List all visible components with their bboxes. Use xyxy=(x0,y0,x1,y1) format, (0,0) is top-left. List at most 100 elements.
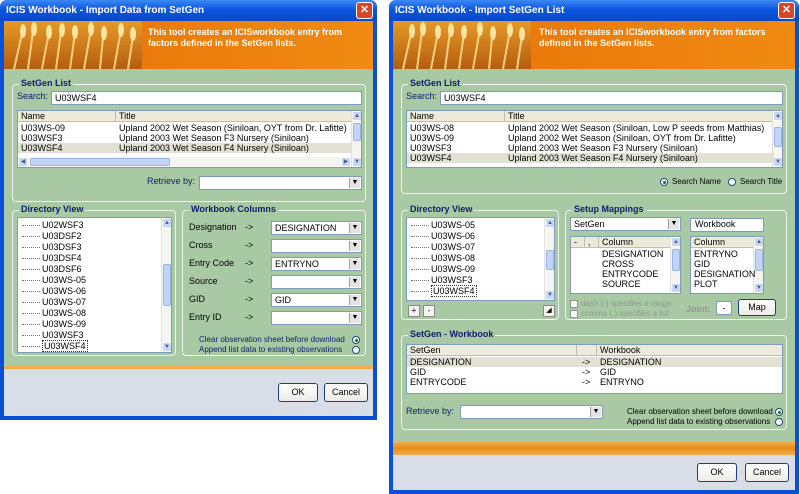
list-item[interactable]: ENTRYCODE xyxy=(571,269,672,279)
right-setgen-table[interactable]: Name Title ▲ ▼ U03WS-08 Upland 2002 Wet S… xyxy=(406,110,783,168)
workbook-column-combo[interactable]: ▼ xyxy=(271,275,362,289)
resize-grip-icon[interactable]: ◢ xyxy=(543,305,555,317)
scroll-down-icon[interactable]: ▼ xyxy=(545,290,554,300)
tree-item[interactable]: U02WSF3 xyxy=(22,220,84,231)
mapping-row[interactable]: ENTRYCODE -> ENTRYNO xyxy=(407,377,782,387)
left-ok-button[interactable]: OK xyxy=(278,383,318,402)
setgen-columns-list[interactable]: - , Column ▲ ▼ DESIGNATION CROSS ENTRYCODE… xyxy=(570,236,681,294)
comma-header[interactable]: , xyxy=(585,237,599,248)
list-item[interactable]: DESIGNATION xyxy=(691,269,755,279)
right-directory-tree[interactable]: ▲ ▼ U03WS-05 U03WS-06 U03WS-07 U03WS-08 U03W… xyxy=(406,217,555,301)
right-title-bar[interactable]: ICIS Workbook - Import SetGen List ✕ xyxy=(389,0,799,21)
tree-item[interactable]: U03WS-07 xyxy=(22,297,86,308)
column-header-title[interactable]: Title xyxy=(116,111,353,122)
left-cancel-button[interactable]: Cancel xyxy=(324,383,368,402)
tree-item[interactable]: U03WS-05 xyxy=(411,220,475,231)
column-header-setgen[interactable]: SetGen xyxy=(407,345,577,356)
scroll-thumb[interactable] xyxy=(755,249,763,271)
tree-item[interactable]: U03WS-06 xyxy=(22,286,86,297)
scroll-thumb[interactable] xyxy=(672,249,680,271)
table-row[interactable]: U03WS-09 Upland 2002 Wet Season (Siniloa… xyxy=(18,123,353,133)
map-button[interactable]: Map xyxy=(738,299,776,316)
left-retrieve-combo[interactable]: ▼ xyxy=(199,176,362,190)
tree-item[interactable]: U03DSF4 xyxy=(22,253,82,264)
add-node-button[interactable]: + xyxy=(408,305,420,317)
scroll-thumb[interactable] xyxy=(546,250,554,270)
chevron-down-icon[interactable]: ▼ xyxy=(668,219,679,229)
right-opt-append-radio[interactable] xyxy=(775,418,783,426)
scroll-down-icon[interactable]: ▼ xyxy=(162,342,171,352)
mapping-row[interactable]: GID -> GID xyxy=(407,367,782,377)
column-header-name[interactable]: Name xyxy=(407,111,505,122)
search-name-radio[interactable] xyxy=(660,178,668,186)
chevron-down-icon[interactable]: ▼ xyxy=(349,277,360,287)
column-header-arrow[interactable] xyxy=(577,345,597,356)
scroll-thumb[interactable] xyxy=(774,127,782,147)
dash-header[interactable]: - xyxy=(571,237,585,248)
right-search-input[interactable]: U03WSF4 xyxy=(440,91,783,105)
scroll-right-icon[interactable]: ▶ xyxy=(341,157,351,167)
chevron-down-icon[interactable]: ▼ xyxy=(349,259,360,269)
list-item[interactable]: DESIGNATION xyxy=(571,249,672,259)
workbook-column-header[interactable]: Column xyxy=(691,237,755,248)
scroll-up-icon[interactable]: ▲ xyxy=(545,218,554,228)
scroll-up-icon[interactable]: ▲ xyxy=(671,237,680,247)
tree-item[interactable]: U03WSF4 xyxy=(411,285,477,297)
tree-item[interactable]: U03WSF4 xyxy=(22,340,88,352)
right-cancel-button[interactable]: Cancel xyxy=(745,463,789,482)
right-opt-clear-radio[interactable] xyxy=(775,408,783,416)
tree-item[interactable]: U03WS-07 xyxy=(411,242,475,253)
left-setgen-table[interactable]: Name Title U03WS-09 Upland 2002 Wet Seas… xyxy=(17,110,362,168)
scroll-up-icon[interactable]: ▲ xyxy=(352,111,361,121)
tree-item[interactable]: U03WS-08 xyxy=(22,308,86,319)
joint-input[interactable]: - xyxy=(716,301,732,315)
left-tree-vscrollbar[interactable]: ▲ ▼ xyxy=(161,218,171,352)
right-tree-vscrollbar[interactable]: ▲ ▼ xyxy=(544,218,554,300)
tree-item[interactable]: U03DSF2 xyxy=(22,231,82,242)
left-title-bar[interactable]: ICIS Workbook - Import Data from SetGen … xyxy=(0,0,377,21)
tree-item[interactable]: U03WS-09 xyxy=(22,319,86,330)
list-item[interactable]: ENTRYNO xyxy=(691,249,755,259)
left-opt-append-radio[interactable] xyxy=(352,346,360,354)
right-retrieve-combo[interactable]: ▼ xyxy=(460,405,603,419)
scroll-down-icon[interactable]: ▼ xyxy=(671,283,680,293)
chevron-down-icon[interactable]: ▼ xyxy=(349,313,360,323)
dash-range-checkbox[interactable] xyxy=(570,300,578,308)
scroll-up-icon[interactable]: ▲ xyxy=(773,111,782,121)
column-header-title[interactable]: Title xyxy=(505,111,774,122)
setgen-workbook-table[interactable]: SetGen Workbook DESIGNATION -> DESIGNATION… xyxy=(406,344,783,394)
tree-item[interactable]: U03DSF3 xyxy=(22,242,82,253)
left-setgen-vscrollbar[interactable]: ▲ ▼ xyxy=(351,111,361,167)
scroll-left-icon[interactable]: ◀ xyxy=(18,157,28,167)
workbook-column-combo[interactable]: ▼ xyxy=(271,239,362,253)
column-header-name[interactable]: Name xyxy=(18,111,116,122)
chevron-down-icon[interactable]: ▼ xyxy=(349,295,360,305)
workbook-column-combo[interactable]: ▼ xyxy=(271,311,362,325)
left-setgen-hscrollbar[interactable]: ◀ ▶ xyxy=(18,157,351,167)
scroll-thumb[interactable] xyxy=(163,264,171,306)
scroll-up-icon[interactable]: ▲ xyxy=(162,218,171,228)
table-row[interactable]: U03WS-09 Upland 2002 Wet Season (Siniloan… xyxy=(407,133,774,143)
chevron-down-icon[interactable]: ▼ xyxy=(349,241,360,251)
workbook-column-combo[interactable]: DESIGNATION ▼ xyxy=(271,221,362,235)
chevron-down-icon[interactable]: ▼ xyxy=(349,178,360,188)
scroll-down-icon[interactable]: ▼ xyxy=(773,157,782,167)
table-row-selected[interactable]: U03WSF4 Upland 2003 Wet Season F4 Nurser… xyxy=(18,143,353,153)
left-search-input[interactable]: U03WSF4 xyxy=(51,91,362,105)
table-row[interactable]: U03WSF3 Upland 2003 Wet Season F3 Nursery… xyxy=(407,143,774,153)
table-row-selected[interactable]: U03WSF4 Upland 2003 Wet Season F4 Nursery… xyxy=(407,153,774,163)
mapping-source-combo[interactable]: SetGen ▼ xyxy=(570,217,681,231)
tree-item[interactable]: U03WS-06 xyxy=(411,231,475,242)
scroll-down-icon[interactable]: ▼ xyxy=(352,157,361,167)
chevron-down-icon[interactable]: ▼ xyxy=(349,223,360,233)
right-ok-button[interactable]: OK xyxy=(697,463,737,482)
chevron-down-icon[interactable]: ▼ xyxy=(590,407,601,417)
setgen-column-header[interactable]: Column xyxy=(599,237,672,248)
workbook-columns-list[interactable]: Column ▲ ▼ ENTRYNO GID DESIGNATION PLOT xyxy=(690,236,764,294)
table-row[interactable]: U03WS-08 Upland 2002 Wet Season (Siniloan… xyxy=(407,123,774,133)
hscroll-thumb[interactable] xyxy=(30,158,170,166)
workbook-column-combo[interactable]: GID ▼ xyxy=(271,293,362,307)
left-close-icon[interactable]: ✕ xyxy=(356,2,373,19)
scroll-thumb[interactable] xyxy=(353,123,361,141)
workbook-column-combo[interactable]: ENTRYNO ▼ xyxy=(271,257,362,271)
